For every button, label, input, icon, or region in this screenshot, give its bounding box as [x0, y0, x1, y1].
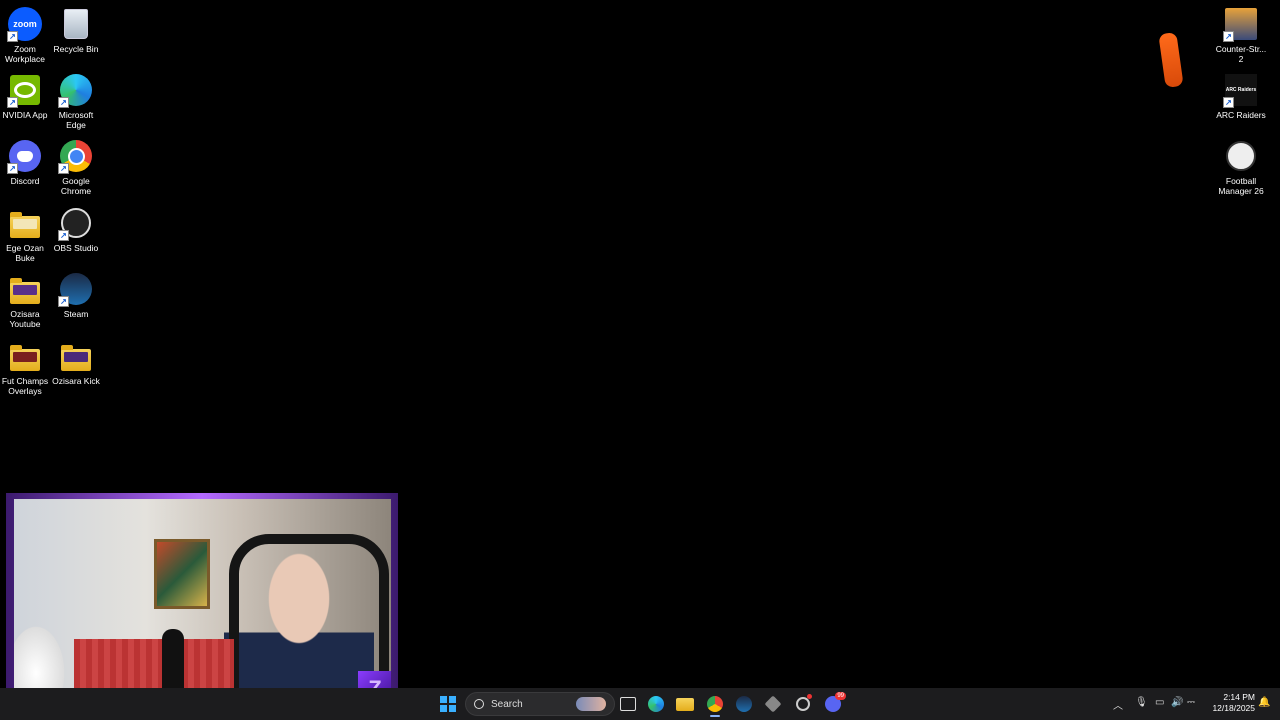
desktop-icon-label: Ege Ozan Buke [6, 243, 44, 263]
discord-icon: ↗ [7, 138, 43, 174]
desktop-icon-ege-ozan-buke[interactable]: Ege Ozan Buke [0, 205, 50, 263]
desktop-icon-fut-champs-overlays[interactable]: Fut Champs Overlays [0, 338, 50, 396]
shortcut-arrow-icon: ↗ [7, 163, 18, 174]
desktop-icon-google-chrome[interactable]: ↗ Google Chrome [51, 138, 101, 196]
webcam-feed: Z [14, 499, 391, 709]
desktop-icon-label: Recycle Bin [53, 44, 99, 54]
desktop-icon-zoom[interactable]: zoom ↗ Zoom Workplace [0, 6, 50, 64]
desktop-icon-label: Steam [63, 309, 89, 319]
chrome-icon: ↗ [58, 138, 94, 174]
folder-icon [58, 338, 94, 374]
clock-date: 12/18/2025 [1212, 703, 1255, 713]
taskbar-file-explorer[interactable] [674, 694, 696, 714]
task-view-button[interactable] [617, 694, 639, 714]
search-icon [474, 699, 484, 709]
folder-icon [7, 271, 43, 307]
microphone-icon[interactable]: 🎙 [1135, 697, 1148, 708]
football-manager-icon [1223, 138, 1259, 174]
desktop-icon-label: Ozisara Kick [52, 376, 100, 386]
volume-icon[interactable]: 🔊 [1171, 697, 1183, 708]
counter-strike-icon: ↗ [1223, 6, 1259, 42]
recycle-bin-icon [58, 6, 94, 42]
shortcut-arrow-icon: ↗ [7, 97, 18, 108]
steam-icon [736, 696, 752, 712]
start-button[interactable] [437, 694, 459, 714]
arc-raiders-icon: ARC Raiders ↗ [1223, 72, 1259, 108]
desktop-icon-obs-studio[interactable]: ↗ OBS Studio [51, 205, 101, 253]
desktop-icon-label: Discord [10, 176, 40, 186]
taskbar-edge[interactable] [645, 694, 667, 714]
shortcut-arrow-icon: ↗ [1223, 97, 1234, 108]
taskbar-nvidia[interactable] [792, 694, 814, 714]
zoom-icon: zoom ↗ [7, 6, 43, 42]
shortcut-arrow-icon: ↗ [58, 163, 69, 174]
task-view-icon [620, 697, 636, 711]
desktop-icon-label: Counter-Str... 2 [1215, 44, 1267, 64]
desktop-icon-ozisara-kick[interactable]: Ozisara Kick [51, 338, 101, 386]
taskbar-app[interactable] [762, 694, 784, 714]
orange-desktop-pet[interactable] [1158, 32, 1184, 88]
display-icon[interactable]: ▭ [1155, 697, 1164, 708]
desktop-icon-label: ARC Raiders [1216, 110, 1266, 120]
edge-icon [648, 696, 664, 712]
desktop-icon-nvidia-app[interactable]: ↗ NVIDIA App [0, 72, 50, 120]
taskbar-search[interactable]: Search [465, 692, 615, 716]
taskbar-steam[interactable] [733, 694, 755, 714]
desktop-icon-microsoft-edge[interactable]: ↗ Microsoft Edge [51, 72, 101, 130]
shortcut-arrow-icon: ↗ [1223, 31, 1234, 42]
nvidia-icon: ↗ [7, 72, 43, 108]
desktop-icon-label: Google Chrome [60, 176, 92, 196]
desktop-icon-label: NVIDIA App [2, 110, 48, 120]
desktop-icon-steam[interactable]: ↗ Steam [51, 271, 101, 319]
chevron-up-icon[interactable]: ︿ [1113, 697, 1123, 712]
app-icon [764, 695, 782, 713]
windows-start-icon [440, 696, 456, 712]
desktop-icon-label: OBS Studio [53, 243, 99, 253]
active-indicator [710, 715, 720, 717]
taskbar-clock[interactable]: 2:14 PM 12/18/2025 [1203, 692, 1255, 714]
shortcut-arrow-icon: ↗ [58, 97, 69, 108]
search-highlight-icon [576, 697, 606, 711]
desktop-icon-football-manager-26[interactable]: Football Manager 26 [1216, 138, 1266, 196]
desktop-icon-label: Zoom Workplace [5, 44, 45, 64]
taskbar-discord[interactable]: 99 [822, 692, 846, 714]
desktop-icon-arc-raiders[interactable]: ARC Raiders ↗ ARC Raiders [1216, 72, 1266, 120]
file-explorer-icon [676, 697, 694, 711]
desktop-icon-label: Fut Champs Overlays [1, 376, 49, 396]
folder-icon [7, 338, 43, 374]
chrome-icon [707, 696, 723, 712]
clock-time: 2:14 PM [1223, 692, 1255, 702]
network-icon[interactable]: ⎓ [1187, 697, 1195, 708]
folder-icon [7, 205, 43, 241]
notification-dot [807, 694, 812, 699]
desktop-icon-label: Ozisara Youtube [9, 309, 41, 329]
desktop-icon-label: Football Manager 26 [1218, 176, 1264, 196]
search-label: Search [491, 698, 523, 710]
desktop-icon-recycle-bin[interactable]: Recycle Bin [51, 6, 101, 54]
shortcut-arrow-icon: ↗ [58, 230, 69, 241]
taskbar-chrome[interactable] [704, 694, 726, 717]
edge-icon: ↗ [58, 72, 94, 108]
shortcut-arrow-icon: ↗ [7, 31, 18, 42]
taskbar [0, 688, 1280, 720]
obs-icon: ↗ [58, 205, 94, 241]
shortcut-arrow-icon: ↗ [58, 296, 69, 307]
wall-painting [154, 539, 210, 609]
desktop-icon-ozisara-youtube[interactable]: Ozisara Youtube [0, 271, 50, 329]
discord-badge: 99 [835, 692, 846, 700]
nvidia-icon [796, 697, 810, 711]
desktop-icon-counter-strike-2[interactable]: ↗ Counter-Str... 2 [1216, 6, 1266, 64]
webcam-overlay: Z [6, 493, 398, 715]
desktop-icon-label: Microsoft Edge [58, 110, 94, 130]
steam-icon: ↗ [58, 271, 94, 307]
desktop-icon-discord[interactable]: ↗ Discord [0, 138, 50, 186]
notification-icon[interactable]: 🔔 [1258, 697, 1270, 708]
